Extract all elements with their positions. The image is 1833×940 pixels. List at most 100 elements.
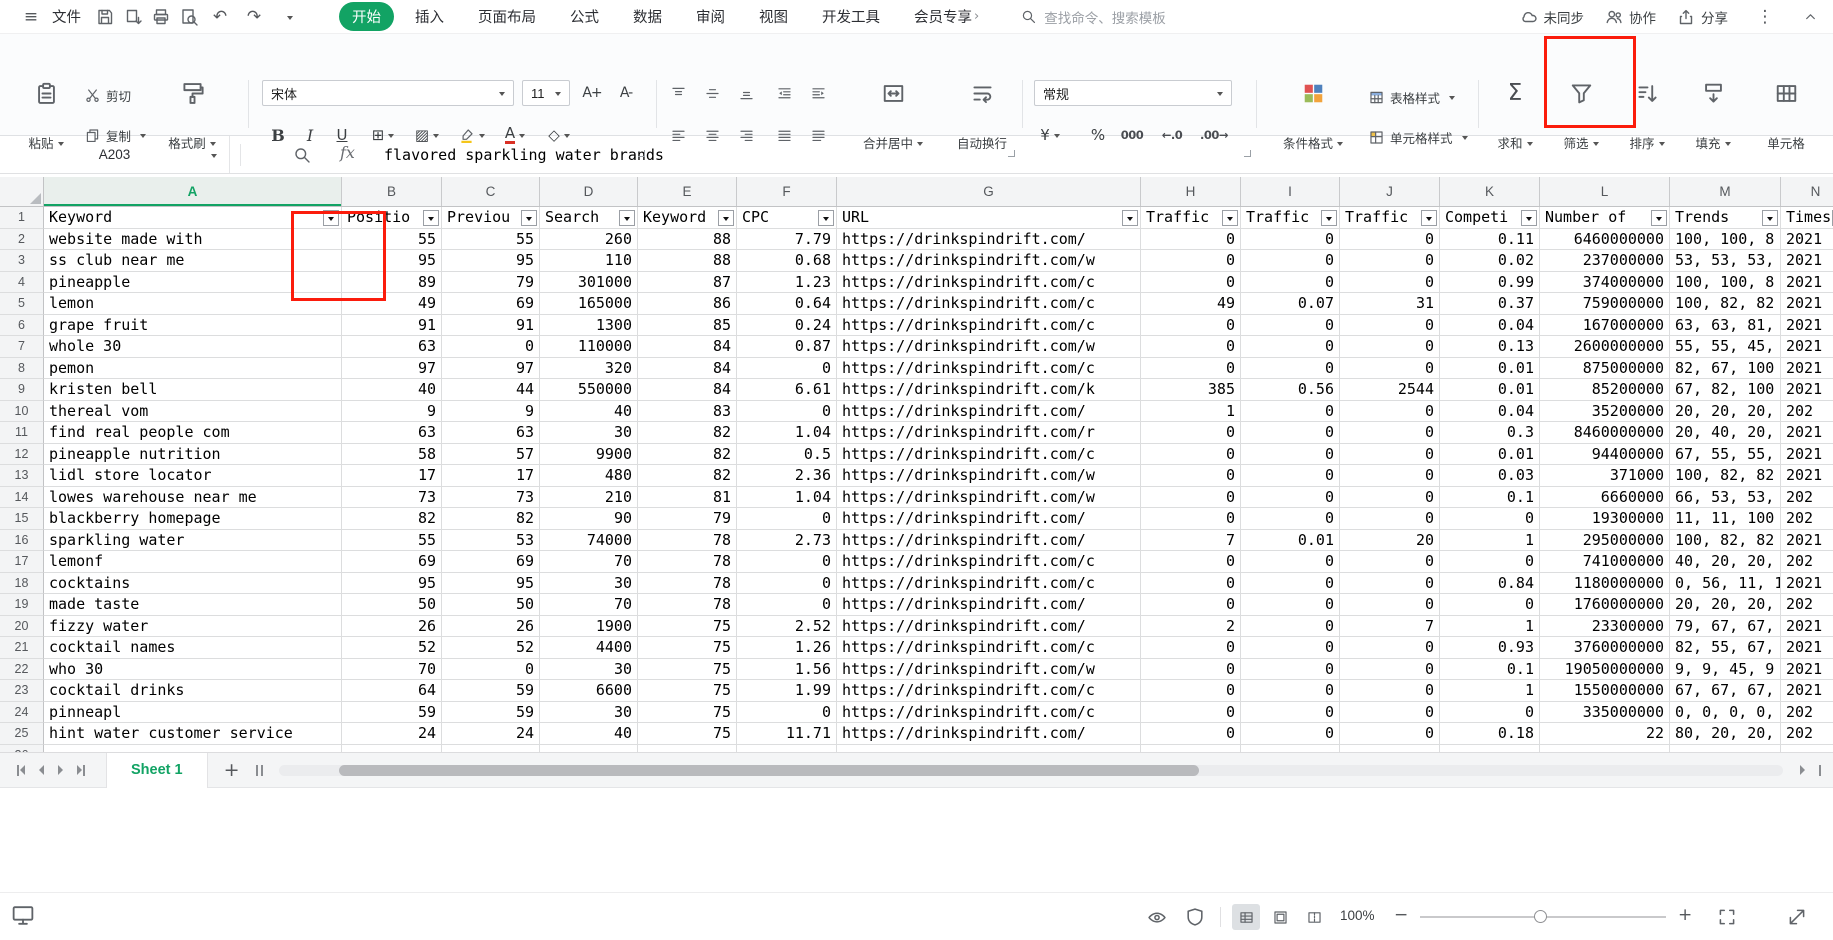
horizontal-scrollbar[interactable] [278,764,1783,776]
cell-J5[interactable]: 31 [1340,293,1440,315]
cell-A17[interactable]: lemonf [44,551,342,573]
cell-I11[interactable]: 0 [1241,422,1340,444]
cell-C20[interactable]: 26 [442,615,540,637]
cell-N23[interactable]: 2021 [1781,680,1833,702]
cell-I8[interactable]: 0 [1241,357,1340,379]
cell-G13[interactable]: https://drinkspindrift.com/w [837,465,1141,487]
cell-J15[interactable]: 0 [1340,508,1440,530]
cell-G11[interactable]: https://drinkspindrift.com/r [837,422,1141,444]
cell-J11[interactable]: 0 [1340,422,1440,444]
cell-B6[interactable]: 91 [342,314,442,336]
cell-B13[interactable]: 17 [342,465,442,487]
cell-L25[interactable]: 22 [1540,723,1670,745]
cell-M6[interactable]: 63, 63, 81, [1670,314,1781,336]
row-header-13[interactable]: 13 [0,465,44,487]
bold-button[interactable]: B [264,122,292,148]
cell-J10[interactable]: 0 [1340,400,1440,422]
cell-A21[interactable]: cocktail names [44,637,342,659]
cell-M17[interactable]: 40, 20, 20, [1670,551,1781,573]
underline-button[interactable]: U [328,122,356,148]
cell-H26[interactable] [1141,744,1241,752]
cell-I24[interactable]: 0 [1241,701,1340,723]
cell-I21[interactable]: 0 [1241,637,1340,659]
cell-L8[interactable]: 875000000 [1540,357,1670,379]
cell-J3[interactable]: 0 [1340,250,1440,272]
cell-C22[interactable]: 0 [442,658,540,680]
cell-G5[interactable]: https://drinkspindrift.com/c [837,293,1141,315]
wrap-text-button[interactable]: 自动换行 [946,72,1018,162]
redo-icon[interactable]: ↷ [241,4,267,30]
cell-N17[interactable]: 202 [1781,551,1833,573]
row-header-6[interactable]: 6 [0,314,44,336]
cell-E18[interactable]: 78 [638,572,737,594]
row-header-26[interactable]: 26 [0,744,44,752]
column-header-H[interactable]: H [1141,177,1241,206]
cell-N2[interactable]: 2021 [1781,229,1833,250]
cell-F5[interactable]: 0.64 [737,293,837,315]
cell-A7[interactable]: whole 30 [44,336,342,358]
cell-M13[interactable]: 100, 82, 82 [1670,465,1781,487]
tab-home[interactable]: 开始 [339,2,394,31]
cell-H8[interactable]: 0 [1141,357,1241,379]
cell-B5[interactable]: 49 [342,293,442,315]
table-style-button[interactable]: 表格样式 [1368,84,1456,110]
cell-K16[interactable]: 1 [1440,529,1540,551]
cell-D7[interactable]: 110000 [540,336,638,358]
cell-A22[interactable]: who 30 [44,658,342,680]
sync-status[interactable]: 未同步 [1519,7,1584,27]
cell-C7[interactable]: 0 [442,336,540,358]
decrease-decimal-button[interactable]: .00→ [1200,122,1229,148]
cell-N16[interactable]: 2021 [1781,530,1833,551]
cell-L21[interactable]: 3760000000 [1540,637,1670,659]
cell-H9[interactable]: 385 [1141,379,1241,401]
cell-E20[interactable]: 75 [638,615,737,637]
cell-L1[interactable]: Number of [1540,207,1670,229]
cell-G20[interactable]: https://drinkspindrift.com/ [837,615,1141,637]
cell-K19[interactable]: 0 [1440,594,1540,616]
paste-button[interactable]: 粘贴 [14,72,78,162]
column-header-B[interactable]: B [342,177,442,206]
cell-F22[interactable]: 1.56 [737,658,837,680]
cell-N4[interactable]: 2021 [1781,272,1833,293]
cell-D9[interactable]: 550000 [540,379,638,401]
cell-B23[interactable]: 64 [342,680,442,702]
cell-E19[interactable]: 78 [638,594,737,616]
cell-G19[interactable]: https://drinkspindrift.com/ [837,594,1141,616]
cell-A15[interactable]: blackberry homepage [44,508,342,530]
cell-B25[interactable]: 24 [342,723,442,745]
cell-G14[interactable]: https://drinkspindrift.com/w [837,486,1141,508]
cell-K23[interactable]: 1 [1440,680,1540,702]
cell-C23[interactable]: 59 [442,680,540,702]
copy-button[interactable]: 复制 [84,122,147,148]
cell-B3[interactable]: 95 [342,250,442,272]
cell-L10[interactable]: 35200000 [1540,400,1670,422]
cell-G18[interactable]: https://drinkspindrift.com/c [837,572,1141,594]
cell-A9[interactable]: kristen bell [44,379,342,401]
cell-L13[interactable]: 371000 [1540,465,1670,487]
cell-C1[interactable]: Previou [442,207,540,229]
font-name-select[interactable]: 宋体 [262,80,514,106]
valign-top-button[interactable] [664,80,692,106]
cell-B21[interactable]: 52 [342,637,442,659]
merge-center-button[interactable]: 合并居中 [846,72,940,162]
cell-H5[interactable]: 49 [1141,293,1241,315]
align-justify-button[interactable] [770,122,798,148]
cell-B19[interactable]: 50 [342,594,442,616]
cell-G16[interactable]: https://drinkspindrift.com/ [837,529,1141,551]
cell-K14[interactable]: 0.1 [1440,486,1540,508]
cell-A5[interactable]: lemon [44,293,342,315]
column-header-M[interactable]: M [1670,177,1781,206]
cell-F17[interactable]: 0 [737,551,837,573]
cell-I10[interactable]: 0 [1241,400,1340,422]
cell-N22[interactable]: 2021 [1781,659,1833,680]
cell-H3[interactable]: 0 [1141,250,1241,272]
cell-H14[interactable]: 0 [1141,486,1241,508]
cell-F3[interactable]: 0.68 [737,250,837,272]
cell-K24[interactable]: 0 [1440,701,1540,723]
cell-D22[interactable]: 30 [540,658,638,680]
cell-C17[interactable]: 69 [442,551,540,573]
cell-L14[interactable]: 6660000 [1540,486,1670,508]
cell-I9[interactable]: 0.56 [1241,379,1340,401]
filter-dropdown-B[interactable] [423,209,439,226]
cell-M9[interactable]: 67, 82, 100 [1670,379,1781,401]
